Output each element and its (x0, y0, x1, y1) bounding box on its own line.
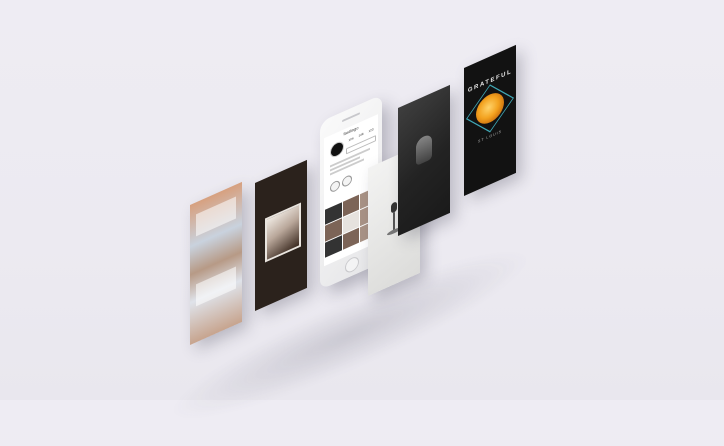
portrait-card (255, 159, 307, 311)
highlight-icon[interactable] (342, 173, 352, 189)
profile-avatar (330, 139, 344, 160)
portrait-photo (265, 202, 301, 263)
stat-posts: 104 (348, 136, 354, 143)
collage-strip (196, 196, 236, 237)
collage-strip (196, 266, 236, 307)
collage-card (190, 181, 242, 345)
dark-portrait-card (398, 84, 450, 236)
mockup-scene: fastlingo 104 146 123 GRATEFUL ST LOUIS (0, 0, 724, 446)
highlight-icon[interactable] (330, 179, 340, 194)
home-button[interactable] (345, 254, 359, 275)
figure-silhouette (416, 132, 432, 166)
stat-followers: 146 (358, 131, 364, 138)
rose-card: GRATEFUL ST LOUIS (464, 44, 516, 196)
phone-speaker (342, 112, 360, 123)
stat-following: 123 (368, 127, 374, 134)
